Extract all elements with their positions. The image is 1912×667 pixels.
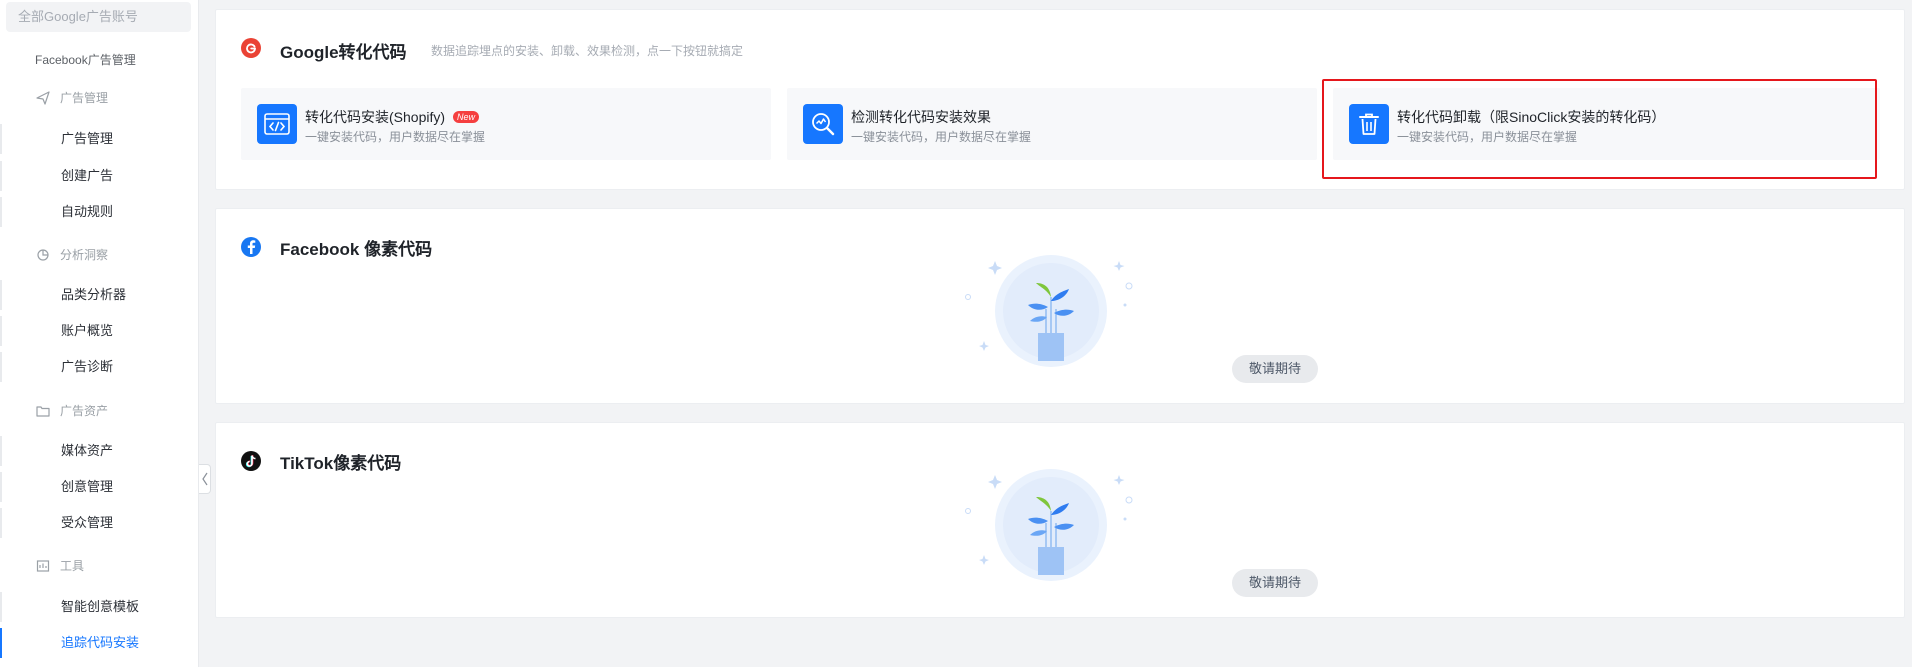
sidebar-item-audience-management[interactable]: 受众管理 — [0, 508, 198, 538]
sidebar-item-create-ad[interactable]: 创建广告 — [0, 161, 198, 191]
sidebar-item-media-assets[interactable]: 媒体资产 — [0, 436, 198, 466]
plant-illustration — [965, 255, 1133, 367]
tiktok-pixel-card: TikTok像素代码 敬请期待 — [215, 422, 1905, 618]
sidebar-group-tools[interactable]: 工具 — [36, 557, 84, 574]
sidebar-group-label: 广告资产 — [60, 404, 109, 418]
folder-icon — [36, 405, 50, 417]
facebook-pixel-card: Facebook 像素代码 敬请期待 — [215, 208, 1905, 404]
sidebar-group-label: 工具 — [60, 559, 85, 573]
coming-soon-label: 敬请期待 — [1232, 355, 1318, 383]
tool-check-installation[interactable]: 检测转化代码安装效果 一键安装代码，用户数据尽在掌握 — [787, 88, 1317, 160]
sidebar-collapse-button[interactable] — [199, 464, 211, 494]
coming-soon-label: 敬请期待 — [1232, 569, 1318, 597]
sidebar-item-ad-management[interactable]: 广告管理 — [0, 124, 198, 154]
plant-illustration — [965, 469, 1133, 581]
sidebar-item-account-overview[interactable]: 账户概览 — [0, 316, 198, 346]
facebook-icon — [241, 237, 261, 257]
sidebar-item-auto-rules[interactable]: 自动规则 — [0, 197, 198, 227]
google-conversion-card: Google转化代码 数据追踪埋点的安装、卸载、效果检测，点一下按钮就搞定 转化… — [215, 9, 1905, 190]
new-badge: New — [453, 111, 480, 123]
facebook-ads-header: Facebook广告管理 — [35, 53, 136, 67]
tiktok-section-title: TikTok像素代码 — [280, 454, 402, 473]
google-section-title: Google转化代码 — [280, 43, 407, 62]
sidebar-group-ads[interactable]: 广告管理 — [36, 89, 108, 106]
sidebar-item-creative-management[interactable]: 创意管理 — [0, 472, 198, 502]
sidebar-group-label: 分析洞察 — [60, 248, 109, 262]
sidebar-group-analysis[interactable]: 分析洞察 — [36, 246, 108, 263]
google-icon — [241, 38, 261, 58]
magnifier-chart-icon — [803, 104, 843, 144]
tool-name: 检测转化代码安装效果 — [851, 109, 991, 125]
sidebar: 全部Google广告账号 Facebook广告管理 广告管理 广告管理 创建广告… — [0, 0, 199, 667]
tool-description: 一键安装代码，用户数据尽在掌握 — [851, 130, 1032, 144]
sidebar-item-tracking-code[interactable]: 追踪代码安装 — [0, 628, 198, 658]
code-window-icon — [257, 104, 297, 144]
highlight-box — [1322, 79, 1877, 179]
account-select[interactable]: 全部Google广告账号 — [6, 2, 191, 32]
chevron-left-icon — [201, 472, 207, 486]
send-icon — [36, 90, 50, 105]
tool-description: 一键安装代码，用户数据尽在掌握 — [305, 130, 486, 144]
tool-install-shopify[interactable]: 转化代码安装(Shopify) New 一键安装代码，用户数据尽在掌握 — [241, 88, 771, 160]
sidebar-item-ad-diagnosis[interactable]: 广告诊断 — [0, 352, 198, 382]
tool-name: 转化代码安装(Shopify) New — [305, 107, 480, 127]
google-section-subtitle: 数据追踪埋点的安装、卸载、效果检测，点一下按钮就搞定 — [431, 44, 744, 58]
sidebar-item-category-analyzer[interactable]: 品类分析器 — [0, 280, 198, 310]
sidebar-item-smart-templates[interactable]: 智能创意模板 — [0, 592, 198, 622]
facebook-section-title: Facebook 像素代码 — [280, 240, 433, 259]
sidebar-group-label: 广告管理 — [60, 91, 109, 105]
sidebar-group-assets[interactable]: 广告资产 — [36, 402, 108, 419]
chart-icon — [37, 248, 49, 261]
tiktok-icon — [241, 451, 261, 471]
tool-icon — [36, 559, 50, 572]
